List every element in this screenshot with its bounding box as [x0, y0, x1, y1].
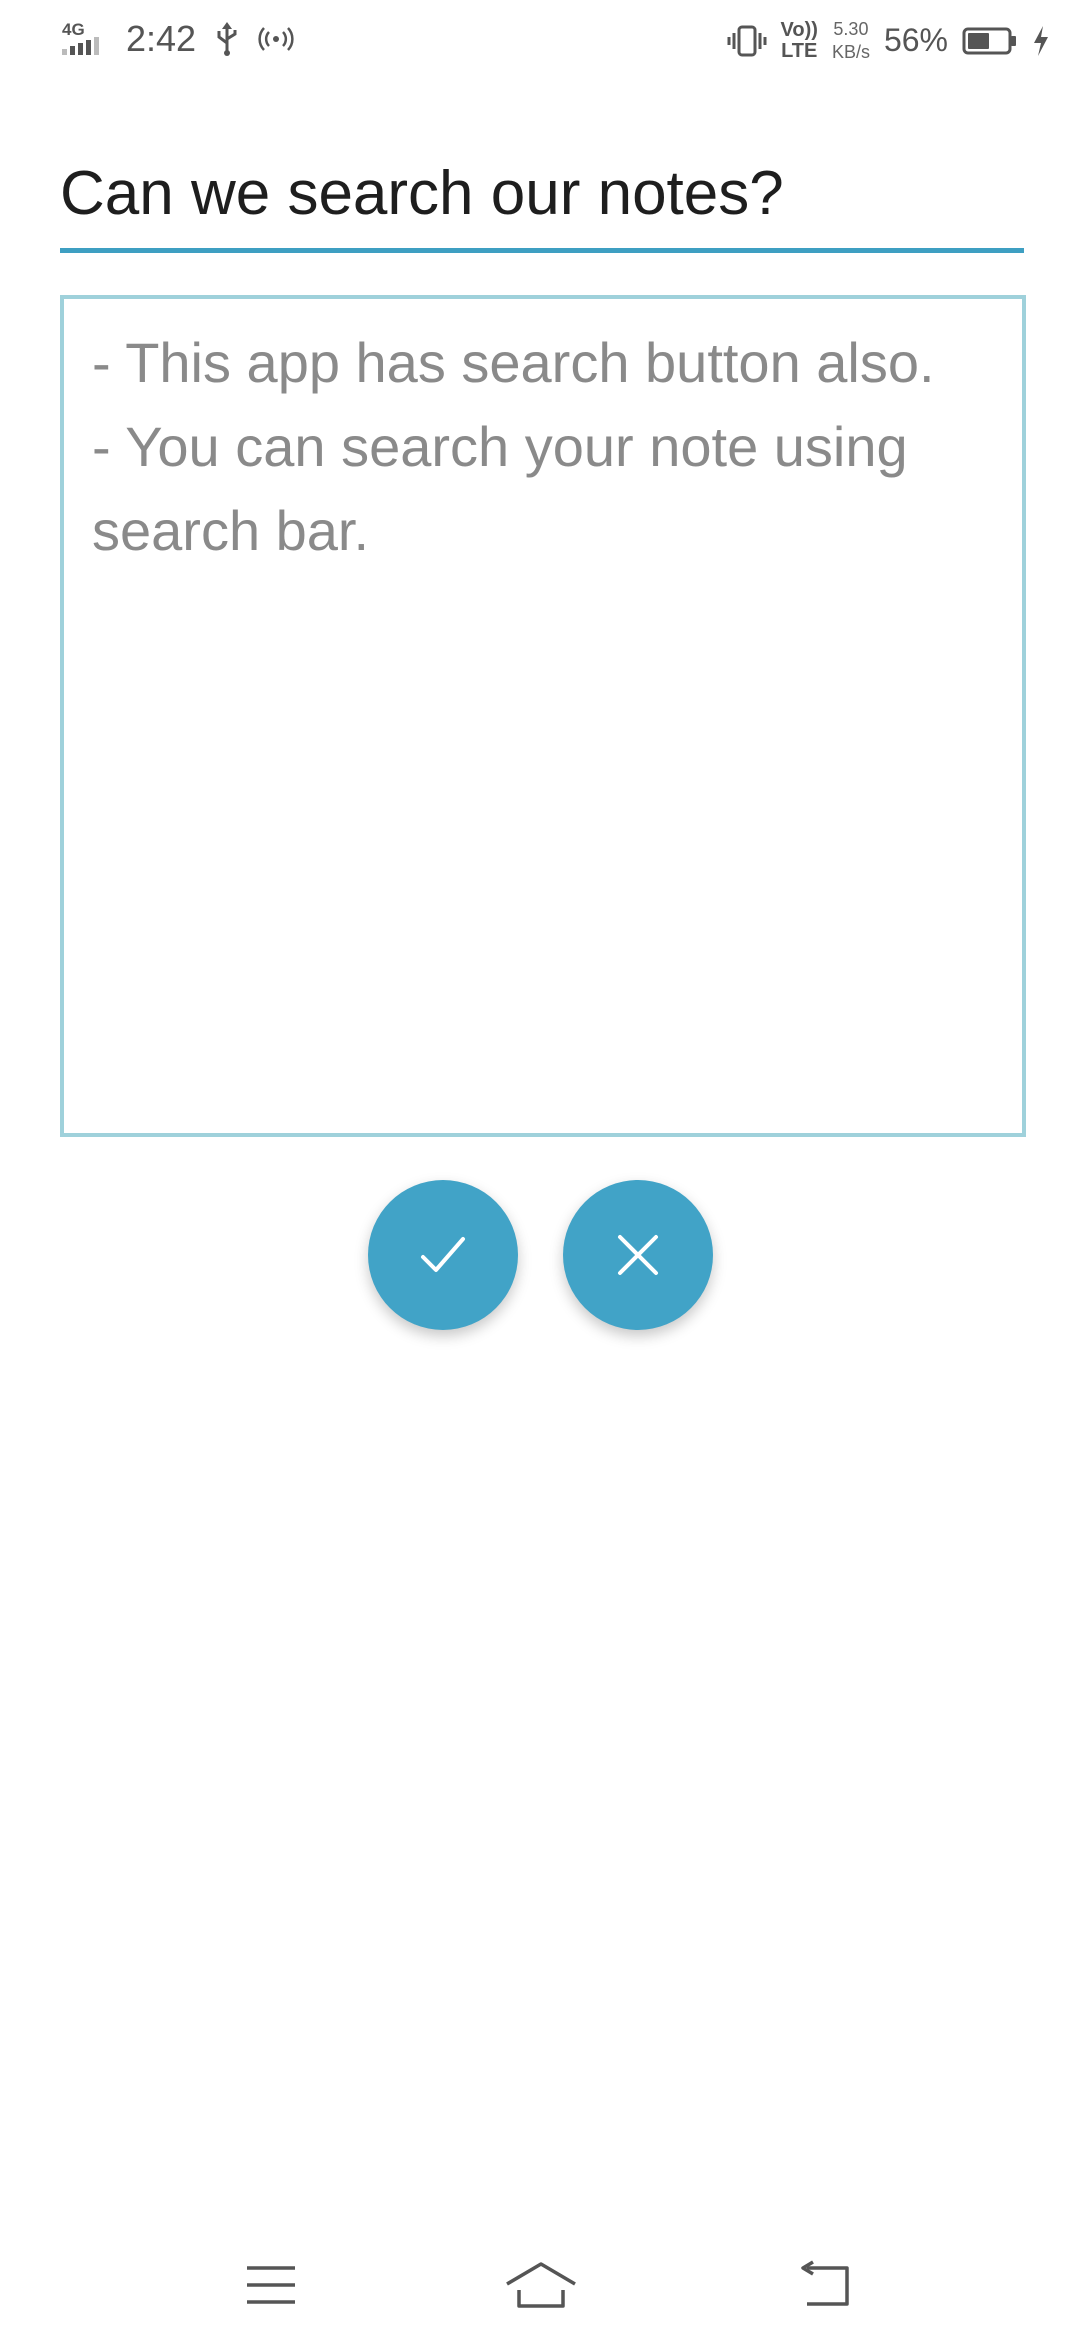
signal-icon: 4G	[60, 19, 108, 59]
battery-percent: 56%	[883, 22, 948, 58]
close-icon	[618, 1235, 658, 1275]
volte-top-label: Vo))	[780, 18, 818, 41]
volte-indicator: Vo)) LTE	[780, 18, 818, 62]
usb-icon	[214, 21, 240, 57]
save-button[interactable]	[368, 1180, 518, 1330]
network-type-label: 4G	[62, 20, 85, 39]
note-title-field[interactable]: Can we search our notes?	[60, 140, 1024, 253]
status-bar-right: Vo)) LTE 5.30 KB/s 56%	[727, 18, 1050, 63]
vibrate-icon	[727, 24, 767, 58]
cancel-button[interactable]	[563, 1180, 713, 1330]
note-body-text[interactable]: - This app has search button also. - You…	[92, 321, 992, 573]
network-speed: 5.30 KB/s	[832, 18, 870, 63]
note-title-text[interactable]: Can we search our notes?	[60, 158, 784, 229]
home-button[interactable]	[496, 2250, 586, 2320]
status-bar-left: 4G 2:42	[60, 18, 294, 60]
hotspot-icon	[258, 24, 294, 54]
note-body-field[interactable]: - This app has search button also. - You…	[60, 295, 1026, 1137]
back-button[interactable]	[780, 2250, 870, 2320]
battery-icon	[962, 26, 1018, 56]
volte-bottom-label: LTE	[781, 39, 818, 62]
back-icon	[801, 2260, 849, 2306]
home-icon	[506, 2262, 576, 2308]
network-speed-value: 5.30	[833, 19, 869, 39]
status-bar: 4G 2:42 Vo)) LTE 5.30 KB/s 56%	[0, 0, 1080, 90]
status-time: 2:42	[126, 18, 197, 59]
system-nav-bar	[0, 2220, 1080, 2340]
check-icon	[421, 1237, 465, 1272]
charging-icon	[1032, 25, 1050, 57]
network-speed-unit: KB/s	[831, 41, 870, 62]
recent-apps-button[interactable]	[226, 2250, 316, 2320]
menu-icon	[247, 2266, 295, 2304]
